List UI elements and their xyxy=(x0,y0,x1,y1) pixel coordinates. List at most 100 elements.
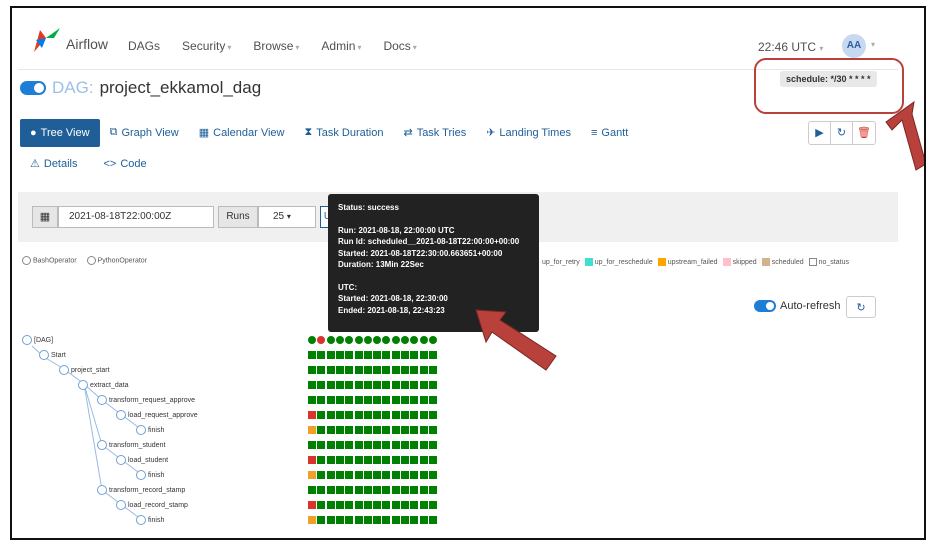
task-instance-square[interactable] xyxy=(419,501,428,509)
tree-node[interactable]: extract_data xyxy=(78,380,129,390)
refresh-button[interactable]: ↻ xyxy=(846,296,876,318)
task-instance-square[interactable] xyxy=(391,426,400,434)
tab-gantt[interactable]: ≡ Gantt xyxy=(581,119,638,147)
task-instance-square[interactable] xyxy=(363,441,372,449)
task-instance-square[interactable] xyxy=(410,456,419,464)
task-instance-square[interactable] xyxy=(373,486,382,494)
task-instance-square[interactable] xyxy=(428,441,437,449)
task-instance-square[interactable] xyxy=(419,381,428,389)
task-instance-square[interactable] xyxy=(410,411,419,419)
task-instance-square[interactable] xyxy=(382,411,391,419)
task-instance-square[interactable] xyxy=(345,456,354,464)
task-instance-square[interactable] xyxy=(391,456,400,464)
task-instance-square[interactable] xyxy=(401,516,409,524)
task-instance-square[interactable] xyxy=(317,366,326,374)
task-instance-square[interactable] xyxy=(401,501,409,509)
task-instance-square[interactable] xyxy=(373,396,382,404)
task-instance-square[interactable] xyxy=(363,516,372,524)
task-instance-square[interactable] xyxy=(401,456,409,464)
task-instance-square[interactable] xyxy=(308,471,316,479)
task-instance-square[interactable] xyxy=(410,396,419,404)
task-instance-square[interactable] xyxy=(428,381,437,389)
task-instance-square[interactable] xyxy=(401,411,409,419)
task-instance-square[interactable] xyxy=(419,486,428,494)
task-instance-square[interactable] xyxy=(419,351,428,359)
task-instance-square[interactable] xyxy=(382,366,391,374)
task-instance-square[interactable] xyxy=(428,501,437,509)
task-instance-square[interactable] xyxy=(410,501,419,509)
task-instance-square[interactable] xyxy=(410,351,419,359)
task-instance-square[interactable] xyxy=(317,396,326,404)
task-instance-square[interactable] xyxy=(428,471,437,479)
task-instance-square[interactable] xyxy=(401,441,409,449)
task-instance-square[interactable] xyxy=(428,426,437,434)
task-instance-square[interactable] xyxy=(308,486,316,494)
task-instance-square[interactable] xyxy=(428,396,437,404)
task-instance-square[interactable] xyxy=(410,441,419,449)
task-instance-square[interactable] xyxy=(373,456,382,464)
nav-docs[interactable]: Docs ▾ xyxy=(383,39,416,53)
task-instance-square[interactable] xyxy=(419,441,428,449)
task-instance-square[interactable] xyxy=(335,381,344,389)
task-instance-square[interactable] xyxy=(382,456,391,464)
task-instance-square[interactable] xyxy=(428,366,437,374)
task-instance-square[interactable] xyxy=(326,381,335,389)
task-instance-square[interactable] xyxy=(354,471,363,479)
task-instance-square[interactable] xyxy=(401,366,409,374)
task-instance-square[interactable] xyxy=(363,471,372,479)
tree-node[interactable]: load_request_approve xyxy=(116,410,198,420)
task-instance-square[interactable] xyxy=(326,516,335,524)
task-instance-square[interactable] xyxy=(382,486,391,494)
task-instance-square[interactable] xyxy=(345,351,354,359)
task-instance-square[interactable] xyxy=(308,381,316,389)
task-instance-square[interactable] xyxy=(354,366,363,374)
task-instance-square[interactable] xyxy=(345,411,354,419)
task-instance-square[interactable] xyxy=(401,426,409,434)
task-instance-square[interactable] xyxy=(391,411,400,419)
tree-node[interactable]: project_start xyxy=(59,365,110,375)
task-instance-square[interactable] xyxy=(335,471,344,479)
task-instance-square[interactable] xyxy=(317,336,326,344)
task-instance-square[interactable] xyxy=(317,471,326,479)
task-instance-square[interactable] xyxy=(391,366,400,374)
task-instance-square[interactable] xyxy=(308,426,316,434)
task-instance-square[interactable] xyxy=(335,441,344,449)
task-instance-square[interactable] xyxy=(373,516,382,524)
task-instance-square[interactable] xyxy=(354,411,363,419)
task-instance-square[interactable] xyxy=(335,336,344,344)
task-instance-square[interactable] xyxy=(401,486,409,494)
task-instance-square[interactable] xyxy=(354,381,363,389)
avatar[interactable]: AA xyxy=(842,34,866,58)
task-instance-square[interactable] xyxy=(354,336,363,344)
task-instance-square[interactable] xyxy=(335,456,344,464)
task-instance-square[interactable] xyxy=(391,336,400,344)
task-instance-square[interactable] xyxy=(308,396,316,404)
task-instance-square[interactable] xyxy=(354,501,363,509)
delete-dag-button[interactable]: 🗑 xyxy=(853,122,875,144)
tree-node[interactable]: transform_student xyxy=(97,440,165,450)
task-instance-square[interactable] xyxy=(345,471,354,479)
task-instance-square[interactable] xyxy=(345,486,354,494)
task-instance-square[interactable] xyxy=(363,501,372,509)
task-instance-square[interactable] xyxy=(335,411,344,419)
task-instance-square[interactable] xyxy=(419,396,428,404)
task-instance-square[interactable] xyxy=(373,501,382,509)
task-instance-square[interactable] xyxy=(345,441,354,449)
task-instance-square[interactable] xyxy=(428,336,437,344)
task-instance-square[interactable] xyxy=(363,366,372,374)
task-instance-square[interactable] xyxy=(373,441,382,449)
task-instance-square[interactable] xyxy=(391,501,400,509)
task-instance-square[interactable] xyxy=(410,471,419,479)
task-instance-square[interactable] xyxy=(391,351,400,359)
task-instance-square[interactable] xyxy=(410,381,419,389)
tree-node[interactable]: finish xyxy=(136,515,164,525)
task-instance-square[interactable] xyxy=(373,411,382,419)
task-instance-square[interactable] xyxy=(363,456,372,464)
task-instance-square[interactable] xyxy=(354,396,363,404)
task-instance-square[interactable] xyxy=(410,366,419,374)
task-instance-square[interactable] xyxy=(382,516,391,524)
task-instance-square[interactable] xyxy=(308,501,316,509)
task-instance-square[interactable] xyxy=(363,411,372,419)
clock-display[interactable]: 22:46 UTC ▾ xyxy=(758,40,823,54)
tree-node[interactable]: Start xyxy=(39,350,66,360)
